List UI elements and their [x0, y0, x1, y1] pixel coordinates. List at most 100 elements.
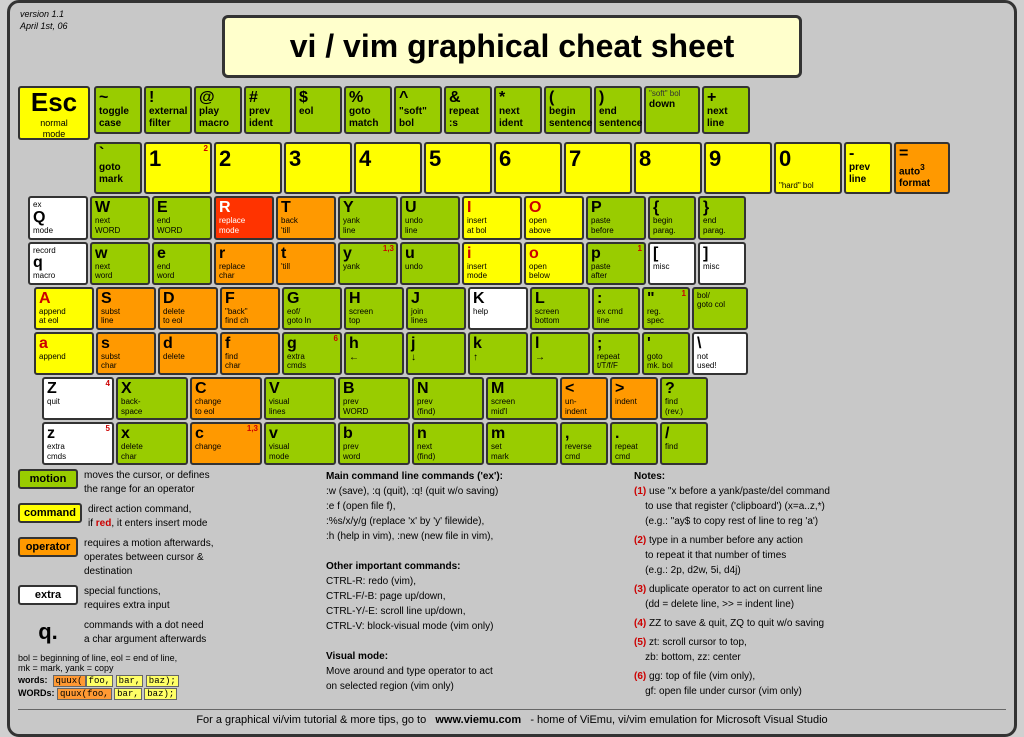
- bol-line: bol = beginning of line, eol = end of li…: [18, 653, 318, 673]
- key-J: J joinlines: [406, 287, 466, 330]
- key-K: K help: [468, 287, 528, 330]
- key-squote: ' gotomk. bol: [642, 332, 690, 375]
- cheatsheet: version 1.1April 1st, 06 vi / vim graphi…: [7, 0, 1017, 737]
- key-A: A appendat eol: [34, 287, 94, 330]
- key-H: H screentop: [344, 287, 404, 330]
- caret-key: ^ "soft"bol: [394, 86, 442, 134]
- legend-motion: motion moves the cursor, or definesthe r…: [18, 469, 318, 497]
- key-n: n next(find): [412, 422, 484, 465]
- version-text: version 1.1April 1st, 06: [20, 9, 68, 32]
- notes-section: Notes: (1) use "x before a yank/paste/de…: [634, 469, 1006, 703]
- note-2: (2) type in a number before any action t…: [634, 533, 1006, 578]
- key-D: D deleteto eol: [158, 287, 218, 330]
- legend-operator: operator requires a motion afterwards,op…: [18, 537, 318, 579]
- operator-text: requires a motion afterwards,operates be…: [84, 537, 318, 579]
- note-4: (4) ZZ to save & quit, ZQ to quit w/o sa…: [634, 616, 1006, 631]
- key-colon: : ex cmdline: [592, 287, 640, 330]
- lparen-key: ( beginsentence: [544, 86, 592, 134]
- key-v: v visualmode: [264, 422, 336, 465]
- key-V: V visuallines: [264, 377, 336, 420]
- note-1: (1) use "x before a yank/paste/del comma…: [634, 484, 1006, 529]
- motion-text: moves the cursor, or definesthe range fo…: [84, 469, 318, 497]
- words2-line: WORDs: quux(foo, bar, baz);: [18, 688, 318, 699]
- key-l: l →: [530, 332, 590, 375]
- words-line: words: quux(foo, bar, baz);: [18, 675, 318, 686]
- percent-key: % gotomatch: [344, 86, 392, 134]
- operator-badge: operator: [18, 537, 78, 557]
- key-5: 5: [424, 142, 492, 194]
- key-9: 9: [704, 142, 772, 194]
- key-bol-col: bol/goto col: [692, 287, 748, 330]
- main-title: vi / vim graphical cheat sheet: [245, 28, 779, 65]
- command-badge: command: [18, 503, 82, 523]
- key-W: W nextWORD: [90, 196, 150, 239]
- main-title-box: vi / vim graphical cheat sheet: [222, 15, 802, 78]
- key-question: ? find(rev.): [660, 377, 708, 420]
- plus-key: + nextline: [702, 86, 750, 134]
- key-o: o openbelow: [524, 242, 584, 285]
- backtick-key: ` gotomark: [94, 142, 142, 194]
- key-x: x deletechar: [116, 422, 188, 465]
- rparen-key: ) endsentence: [594, 86, 642, 134]
- star-key: * nextident: [494, 86, 542, 134]
- legend-section: motion moves the cursor, or definesthe r…: [18, 469, 318, 703]
- key-4: 4: [354, 142, 422, 194]
- key-u: u undo: [400, 242, 460, 285]
- key-E: E endWORD: [152, 196, 212, 239]
- key-L: L screenbottom: [530, 287, 590, 330]
- esc-key: Esc normalmode: [18, 86, 90, 140]
- exclaim-key: ! externalfilter: [144, 86, 192, 134]
- key-d: d delete: [158, 332, 218, 375]
- key-rbracket: ] misc: [698, 242, 746, 285]
- key-j: j ↓: [406, 332, 466, 375]
- key-N: N prev(find): [412, 377, 484, 420]
- key-f: f findchar: [220, 332, 280, 375]
- key-slash: / find: [660, 422, 708, 465]
- key-k: k ↑: [468, 332, 528, 375]
- key-q: record q macro: [28, 242, 88, 285]
- note-5: (5) zt: scroll cursor to top, zb: bottom…: [634, 635, 1006, 665]
- key-3: 3: [284, 142, 352, 194]
- equals-key: = auto3format: [894, 142, 950, 194]
- dollar-key: $ eol: [294, 86, 342, 134]
- legend-dot: q. commands with a dot needa char argume…: [18, 619, 318, 647]
- key-dot: . repeatcmd: [610, 422, 658, 465]
- key-Z: 4 Z quit: [42, 377, 114, 420]
- key-U: U undoline: [400, 196, 460, 239]
- legend-command: command direct action command,if red, it…: [18, 503, 318, 531]
- extra-badge: extra: [18, 585, 78, 605]
- legend-extra: extra special functions,requires extra i…: [18, 585, 318, 613]
- key-O: O openabove: [524, 196, 584, 239]
- key-Y: Y yankline: [338, 196, 398, 239]
- key-s: s substchar: [96, 332, 156, 375]
- note-6: (6) gg: top of file (vim only), gf: open…: [634, 669, 1006, 699]
- key-lt: < un-indent: [560, 377, 608, 420]
- key-2: 2: [214, 142, 282, 194]
- key-t: t 'till: [276, 242, 336, 285]
- key-F: F "back"find ch: [220, 287, 280, 330]
- key-gt: > indent: [610, 377, 658, 420]
- tilde-key: ~ togglecase: [94, 86, 142, 134]
- main-commands: Main command line commands ('ex'): :w (s…: [326, 469, 626, 703]
- key-dquote: 1 " reg.spec: [642, 287, 690, 330]
- key-r: r replacechar: [214, 242, 274, 285]
- key-8: 8: [634, 142, 702, 194]
- key-S: S substline: [96, 287, 156, 330]
- command-text: direct action command,if red, it enters …: [88, 503, 318, 531]
- key-Q: ex Q mode: [28, 196, 88, 239]
- key-7: 7: [564, 142, 632, 194]
- key-T: T back'till: [276, 196, 336, 239]
- key-backslash: \ notused!: [692, 332, 748, 375]
- key-lbracket: [ misc: [648, 242, 696, 285]
- minus-key: - prevline: [844, 142, 892, 194]
- at-key: @ playmacro: [194, 86, 242, 134]
- key-w: w nextword: [90, 242, 150, 285]
- key-m: m setmark: [486, 422, 558, 465]
- key-P: P pastebefore: [586, 196, 646, 239]
- key-p: 1 p pasteafter: [586, 242, 646, 285]
- key-z: 5 z extracmds: [42, 422, 114, 465]
- key-X: X back-space: [116, 377, 188, 420]
- key-rbrace: } endparag.: [698, 196, 746, 239]
- key-b: b prevword: [338, 422, 410, 465]
- key-I: I insertat bol: [462, 196, 522, 239]
